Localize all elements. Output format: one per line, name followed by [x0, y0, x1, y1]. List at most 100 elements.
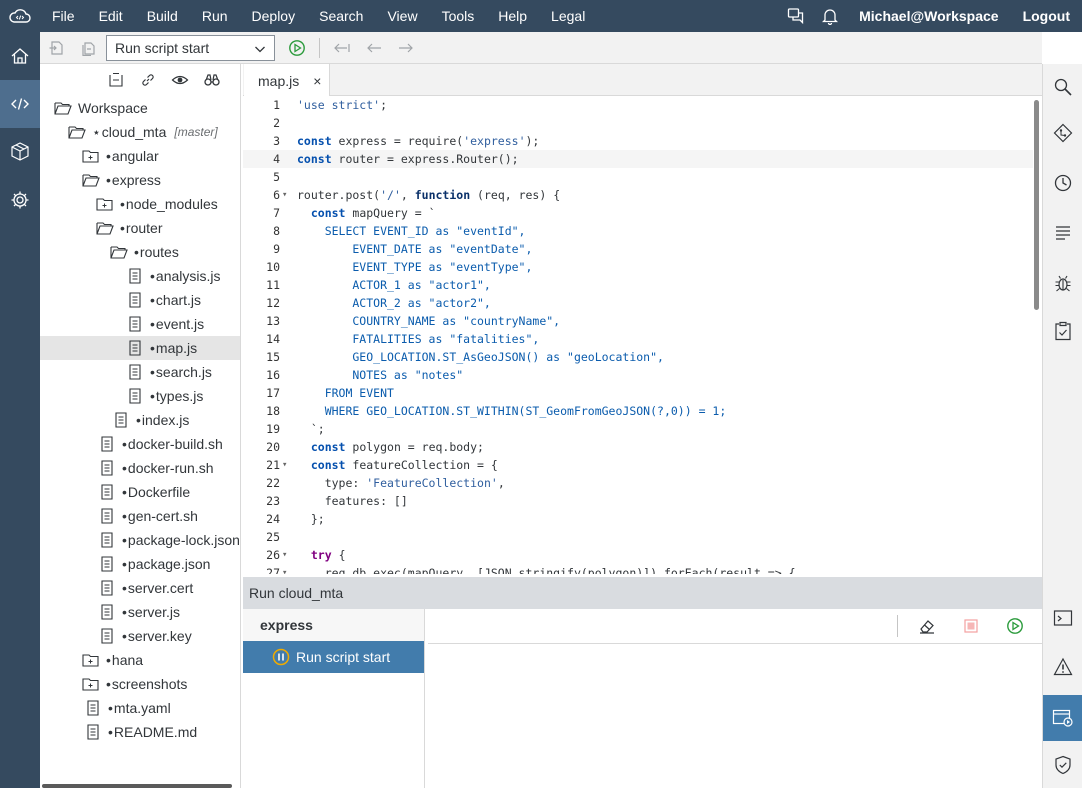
settings-gear-icon[interactable]	[0, 176, 40, 224]
menu-search[interactable]: Search	[307, 0, 375, 32]
menu-tools[interactable]: Tools	[430, 0, 487, 32]
tree-file-chart-js[interactable]: • chart.js	[40, 288, 240, 312]
tree-file-readme-md[interactable]: • README.md	[40, 720, 240, 744]
code-line[interactable]: 8 SELECT EVENT_ID as "eventId",	[243, 222, 1033, 240]
binoculars-icon[interactable]	[200, 68, 224, 92]
code-line[interactable]: 1 'use strict';	[243, 96, 1033, 114]
code-line[interactable]: 27 ▾ req.db.exec(mapQuery, [JSON.stringif…	[243, 564, 1033, 574]
tree-file-analysis-js[interactable]: • analysis.js	[40, 264, 240, 288]
code-line[interactable]: 13 COUNTRY_NAME as "countryName",	[243, 312, 1033, 330]
code-line[interactable]: 16 NOTES as "notes"	[243, 366, 1033, 384]
run-console-icon[interactable]	[1043, 695, 1082, 741]
run-group-express[interactable]: express	[243, 609, 424, 641]
tree-folder-angular[interactable]: • angular	[40, 144, 240, 168]
menu-deploy[interactable]: Deploy	[240, 0, 308, 32]
stop-icon[interactable]	[956, 611, 986, 641]
save-all-icon[interactable]	[72, 32, 104, 64]
code-line[interactable]: 18 WHERE GEO_LOCATION.ST_WITHIN(ST_GeomF…	[243, 402, 1033, 420]
tree-file-server-key[interactable]: • server.key	[40, 624, 240, 648]
tree-file-map-js[interactable]: • map.js	[40, 336, 240, 360]
git-diamond-icon[interactable]	[1043, 110, 1082, 156]
tree-file-package-lock-json[interactable]: • package-lock.json	[40, 528, 240, 552]
code-line[interactable]: 11 ACTOR_1 as "actor1",	[243, 276, 1033, 294]
tree-file-docker-run-sh[interactable]: • docker-run.sh	[40, 456, 240, 480]
code-line[interactable]: 26 ▾ try {	[243, 546, 1033, 564]
tree-file-dockerfile[interactable]: • Dockerfile	[40, 480, 240, 504]
menu-legal[interactable]: Legal	[539, 0, 597, 32]
code-line[interactable]: 22 type: 'FeatureCollection',	[243, 474, 1033, 492]
cloud-code-logo-icon[interactable]	[0, 0, 40, 32]
close-tab-icon[interactable]: ×	[313, 73, 321, 89]
tree-file-server-js[interactable]: • server.js	[40, 600, 240, 624]
code-line[interactable]: 3 const express = require('express');	[243, 132, 1033, 150]
clear-console-eraser-icon[interactable]	[912, 611, 942, 641]
tree-file-mta-yaml[interactable]: • mta.yaml	[40, 696, 240, 720]
editor-vertical-scrollbar[interactable]	[1034, 100, 1039, 310]
save-icon[interactable]	[40, 32, 72, 64]
explorer-horizontal-scrollbar[interactable]	[42, 784, 232, 788]
code-line[interactable]: 9 EVENT_DATE as "eventDate",	[243, 240, 1033, 258]
run-play-icon[interactable]	[281, 32, 313, 64]
tree-folder-node-modules[interactable]: • node_modules	[40, 192, 240, 216]
tree-file-index-js[interactable]: • index.js	[40, 408, 240, 432]
tree-file-search-js[interactable]: • search.js	[40, 360, 240, 384]
tree-folder-routes[interactable]: • routes	[40, 240, 240, 264]
menu-run[interactable]: Run	[190, 0, 240, 32]
code-line[interactable]: 25	[243, 528, 1033, 546]
rerun-play-icon[interactable]	[1000, 611, 1030, 641]
chat-icon[interactable]	[779, 0, 813, 32]
code-line[interactable]: 6 ▾ router.post('/', function (req, res) {	[243, 186, 1033, 204]
run-configuration-select[interactable]: Run script start	[106, 34, 275, 61]
problems-warning-icon[interactable]	[1043, 644, 1082, 690]
code-line[interactable]: 5	[243, 168, 1033, 186]
code-editor[interactable]: 27 ▾ req.db.exec(mapQuery, [JSON.stringif…	[243, 96, 1042, 574]
logout-button[interactable]: Logout	[1011, 8, 1082, 24]
code-line[interactable]: 24 };	[243, 510, 1033, 528]
code-line[interactable]: 7 const mapQuery = `	[243, 204, 1033, 222]
tree-folder-screenshots[interactable]: • screenshots	[40, 672, 240, 696]
menu-help[interactable]: Help	[486, 0, 539, 32]
navigate-forward-icon[interactable]	[390, 32, 422, 64]
link-with-editor-icon[interactable]	[136, 68, 160, 92]
code-line[interactable]: 10 EVENT_TYPE as "eventType",	[243, 258, 1033, 276]
tree-folder-cloud-mta[interactable]: ⋆ cloud_mta [master]	[40, 120, 240, 144]
tree-folder-workspace[interactable]: Workspace	[40, 96, 240, 120]
development-code-icon[interactable]	[0, 80, 40, 128]
fold-toggle-icon[interactable]: ▾	[282, 546, 287, 564]
history-clock-icon[interactable]	[1043, 160, 1082, 206]
packages-cube-icon[interactable]	[0, 128, 40, 176]
tree-file-docker-build-sh[interactable]: • docker-build.sh	[40, 432, 240, 456]
security-shield-icon[interactable]	[1043, 742, 1082, 788]
debug-bug-icon[interactable]	[1043, 260, 1082, 306]
tree-folder-express[interactable]: • express	[40, 168, 240, 192]
clipboard-check-icon[interactable]	[1043, 308, 1082, 354]
fold-toggle-icon[interactable]: ▾	[282, 564, 287, 574]
home-icon[interactable]	[0, 32, 40, 80]
tree-file-server-cert[interactable]: • server.cert	[40, 576, 240, 600]
console-terminal-icon[interactable]	[1043, 595, 1082, 641]
tree-folder-router[interactable]: • router	[40, 216, 240, 240]
menu-file[interactable]: File	[40, 0, 87, 32]
menu-edit[interactable]: Edit	[87, 0, 135, 32]
fold-toggle-icon[interactable]: ▾	[282, 456, 287, 474]
menu-view[interactable]: View	[375, 0, 429, 32]
fold-toggle-icon[interactable]: ▾	[282, 186, 287, 204]
search-icon[interactable]	[1043, 64, 1082, 110]
user-name[interactable]: Michael@Workspace	[847, 8, 1010, 24]
code-line[interactable]: 15 GEO_LOCATION.ST_AsGeoJSON() as "geoLo…	[243, 348, 1033, 366]
tab-map-js[interactable]: map.js ×	[244, 64, 330, 97]
code-line[interactable]: 17 FROM EVENT	[243, 384, 1033, 402]
code-line[interactable]: 19 `;	[243, 420, 1033, 438]
menu-build[interactable]: Build	[135, 0, 190, 32]
code-line[interactable]: 23 features: []	[243, 492, 1033, 510]
navigate-back-icon[interactable]	[358, 32, 390, 64]
code-line[interactable]: 12 ACTOR_2 as "actor2",	[243, 294, 1033, 312]
outline-list-icon[interactable]	[1043, 210, 1082, 256]
show-hidden-files-eye-icon[interactable]	[168, 68, 192, 92]
tree-file-package-json[interactable]: • package.json	[40, 552, 240, 576]
code-line[interactable]: 14 FATALITIES as "fatalities",	[243, 330, 1033, 348]
notification-bell-icon[interactable]	[813, 0, 847, 32]
code-line[interactable]: 2	[243, 114, 1033, 132]
code-line[interactable]: 20 const polygon = req.body;	[243, 438, 1033, 456]
tree-file-gen-cert-sh[interactable]: • gen-cert.sh	[40, 504, 240, 528]
